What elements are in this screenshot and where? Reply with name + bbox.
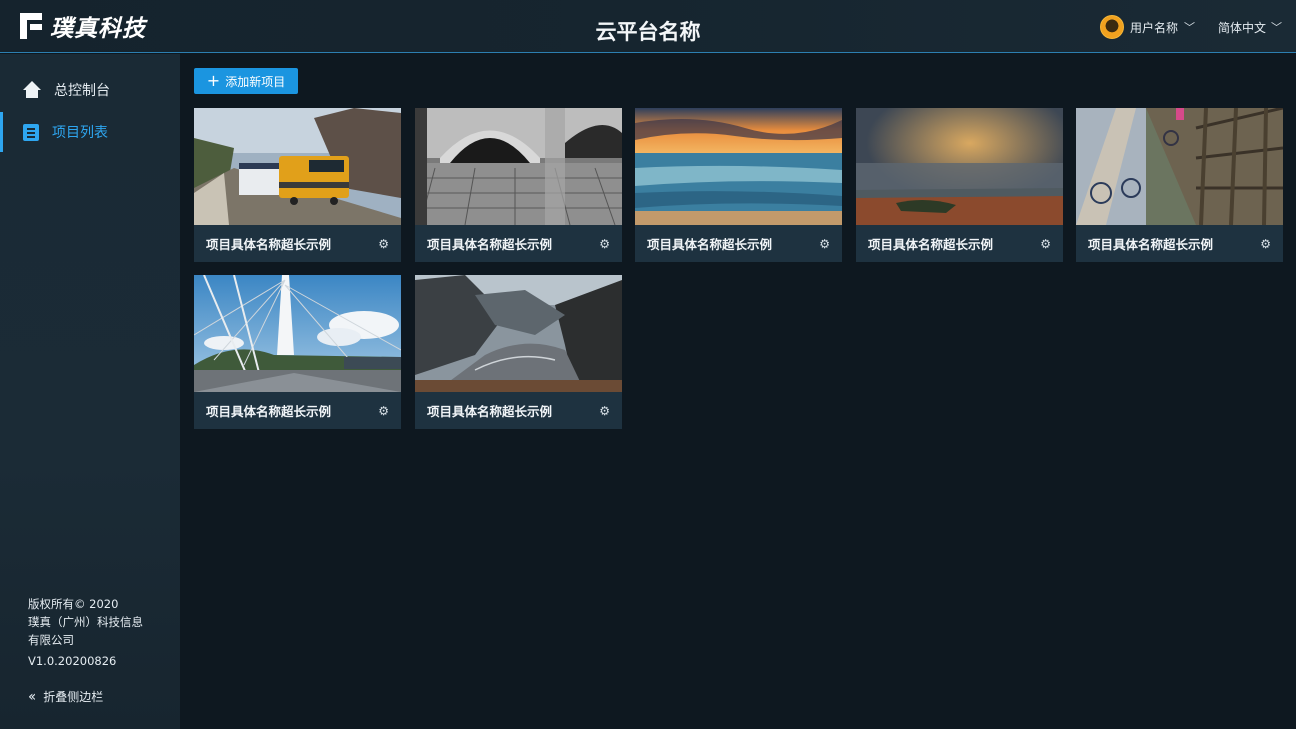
chevron-down-icon[interactable]: ﹀: [1184, 19, 1195, 35]
gear-icon[interactable]: ⚙: [1260, 237, 1271, 251]
avatar[interactable]: [1100, 15, 1124, 39]
project-card[interactable]: 项目具体名称超长示例 ⚙: [415, 108, 622, 262]
gear-icon[interactable]: ⚙: [378, 404, 389, 418]
copyright-line: 有限公司: [28, 633, 74, 647]
add-project-button[interactable]: + 添加新项目: [194, 68, 298, 94]
user-name[interactable]: 用户名称: [1130, 19, 1178, 36]
card-title[interactable]: 项目具体名称超长示例: [1088, 234, 1213, 253]
train-photo[interactable]: [194, 108, 401, 225]
top-header: 璞真科技 云平台名称 用户名称 ﹀ 简体中文 ﹀: [0, 0, 1296, 53]
chevron-down-icon[interactable]: ﹀: [1271, 19, 1282, 35]
sidebar-item-label: 项目列表: [52, 125, 108, 141]
card-footer: 项目具体名称超长示例 ⚙: [415, 225, 622, 262]
add-project-label: 添加新项目: [225, 74, 286, 89]
sidebar-item-dashboard[interactable]: 总控制台: [0, 70, 180, 110]
sidebar-item-label: 总控制台: [54, 83, 110, 99]
card-footer: 项目具体名称超长示例 ⚙: [194, 392, 401, 429]
misty-landscape-photo[interactable]: [856, 108, 1063, 225]
home-icon: [23, 81, 41, 99]
card-title[interactable]: 项目具体名称超长示例: [206, 234, 331, 253]
project-card[interactable]: 项目具体名称超长示例 ⚙: [194, 275, 401, 429]
language-select[interactable]: 简体中文 ﹀: [1218, 14, 1282, 40]
copyright-line: 版权所有© 2020: [28, 597, 119, 611]
copyright-line: 璞真（广州）科技信息: [28, 615, 143, 629]
gear-icon[interactable]: ⚙: [819, 237, 830, 251]
card-title[interactable]: 项目具体名称超长示例: [868, 234, 993, 253]
list-icon: [23, 123, 39, 141]
collapse-sidebar-button[interactable]: ‹‹ 折叠侧边栏: [28, 688, 103, 705]
card-footer: 项目具体名称超长示例 ⚙: [194, 225, 401, 262]
card-footer: 项目具体名称超长示例 ⚙: [635, 225, 842, 262]
card-title[interactable]: 项目具体名称超长示例: [427, 234, 552, 253]
project-card[interactable]: 项目具体名称超长示例 ⚙: [1076, 108, 1283, 262]
version-label: V1.0.20200826: [28, 654, 117, 668]
language-label[interactable]: 简体中文: [1218, 19, 1266, 36]
project-card[interactable]: 项目具体名称超长示例 ⚙: [194, 108, 401, 262]
double-chevron-left-icon: ‹‹: [28, 688, 36, 705]
card-footer: 项目具体名称超长示例 ⚙: [856, 225, 1063, 262]
user-menu[interactable]: 用户名称 ﹀: [1100, 14, 1195, 40]
collapse-label: 折叠侧边栏: [43, 690, 104, 704]
trestle-bridge-photo[interactable]: [1076, 108, 1283, 225]
plus-icon: +: [206, 71, 221, 90]
project-card[interactable]: 项目具体名称超长示例 ⚙: [856, 108, 1063, 262]
sunset-sea-photo[interactable]: [635, 108, 842, 225]
project-card[interactable]: 项目具体名称超长示例 ⚙: [635, 108, 842, 262]
bridge-arch-bw-photo[interactable]: [415, 108, 622, 225]
sidebar: 总控制台 项目列表 版权所有© 2020 璞真（广州）科技信息 有限公司 V1.…: [0, 54, 180, 729]
card-footer: 项目具体名称超长示例 ⚙: [415, 392, 622, 429]
gear-icon[interactable]: ⚙: [599, 404, 610, 418]
cable-bridge-photo[interactable]: [194, 275, 401, 392]
card-footer: 项目具体名称超长示例 ⚙: [1076, 225, 1283, 262]
card-title[interactable]: 项目具体名称超长示例: [427, 401, 552, 420]
gear-icon[interactable]: ⚙: [378, 237, 389, 251]
card-title[interactable]: 项目具体名称超长示例: [206, 401, 331, 420]
card-title[interactable]: 项目具体名称超长示例: [647, 234, 772, 253]
gear-icon[interactable]: ⚙: [1040, 237, 1051, 251]
gear-icon[interactable]: ⚙: [599, 237, 610, 251]
sidebar-item-project-list[interactable]: 项目列表: [0, 112, 180, 152]
mountain-valley-photo[interactable]: [415, 275, 622, 392]
project-card[interactable]: 项目具体名称超长示例 ⚙: [415, 275, 622, 429]
